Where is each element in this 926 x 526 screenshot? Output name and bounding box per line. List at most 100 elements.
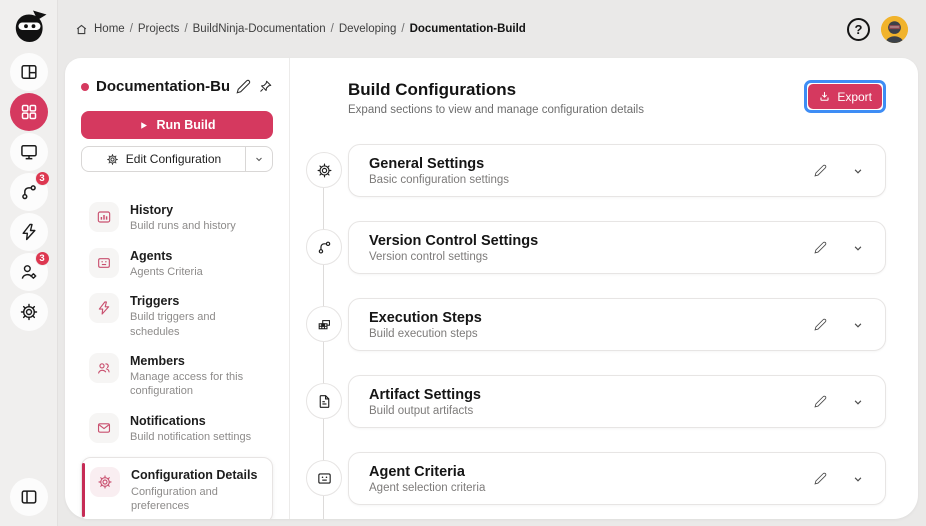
section-card[interactable]: Execution Steps Build execution steps (348, 298, 886, 351)
expand-section-button[interactable] (851, 472, 865, 486)
gear-icon (90, 467, 120, 498)
breadcrumb-projects[interactable]: Projects (138, 23, 180, 35)
edit-section-button[interactable] (814, 318, 827, 331)
breadcrumb-current: Documentation-Build (409, 23, 526, 35)
rail-item-settings[interactable] (9, 293, 48, 331)
download-icon (820, 91, 829, 101)
section-title: Artifact Settings (369, 386, 481, 403)
section-row-version-control: Version Control Settings Version control… (306, 221, 886, 274)
sidebar-item-configuration-details[interactable]: Configuration Details Configuration and … (81, 457, 273, 519)
expand-section-button[interactable] (851, 241, 865, 255)
project-status-dot (81, 82, 89, 91)
rail-item-monitor[interactable] (9, 133, 48, 171)
breadcrumb-home[interactable]: Home (94, 23, 125, 35)
rail-item-actions[interactable] (9, 213, 48, 251)
pencil-icon (814, 395, 827, 408)
section-title: Execution Steps (369, 309, 482, 326)
sidebar-item-label: Notifications (130, 413, 206, 428)
sidebar-item-label: Members (130, 353, 185, 368)
pencil-icon (814, 241, 827, 254)
section-title: Version Control Settings (369, 232, 539, 249)
user-avatar[interactable] (881, 15, 908, 43)
main-header: Build Configurations Expand sections to … (348, 80, 886, 116)
app-screen: 3 3 Home / Projects / BuildNinja-Documen… (0, 0, 926, 526)
section-row-agent-criteria: Agent Criteria Agent selection criteria (306, 452, 886, 505)
sidebar-item-description: Manage access for this configuration (130, 371, 244, 398)
icon-rail: 3 3 (0, 0, 58, 526)
run-build-button[interactable]: Run Build (81, 111, 273, 139)
edit-section-button[interactable] (814, 472, 827, 485)
pin-icon (260, 80, 272, 92)
sidebar-item-agents[interactable]: Agents Agents Criteria (81, 241, 273, 287)
page-subtitle: Expand sections to view and manage confi… (348, 104, 644, 116)
agent-terminal-icon (306, 460, 342, 496)
play-icon (141, 121, 148, 129)
export-button[interactable]: Export (808, 84, 882, 109)
sidebar-item-description: Agents Criteria (130, 265, 203, 278)
section-row-artifact-settings: Artifact Settings Build output artifacts (306, 375, 886, 428)
steps-table-icon (306, 306, 342, 342)
edit-configuration-caret[interactable] (245, 147, 272, 171)
section-card[interactable]: General Settings Basic configuration set… (348, 144, 886, 197)
sidebar-item-members[interactable]: Members Manage access for this configura… (81, 346, 273, 406)
breadcrumb-separator: / (330, 23, 334, 35)
chevron-down-icon (256, 157, 262, 162)
edit-configuration-button[interactable]: Edit Configuration (82, 147, 245, 171)
help-button[interactable]: ? (847, 17, 870, 41)
edit-section-button[interactable] (814, 164, 827, 177)
gear-icon (306, 152, 342, 188)
section-card[interactable]: Agent Criteria Agent selection criteria (348, 452, 886, 505)
edit-configuration-split-button: Edit Configuration (81, 146, 273, 172)
section-subtitle: Version control settings (369, 250, 488, 263)
sidebar-item-description: Build triggers and schedules (130, 311, 216, 338)
breadcrumb-subproject[interactable]: Developing (339, 23, 397, 35)
rail-item-dashboard[interactable] (9, 53, 48, 91)
edit-section-button[interactable] (814, 395, 827, 408)
rail-item-pipelines[interactable]: 3 (9, 171, 50, 211)
expand-section-button[interactable] (851, 395, 865, 409)
sidebar-item-label: Triggers (130, 294, 180, 309)
sidebar-item-description: Configuration and preferences (131, 485, 218, 512)
bolt-icon (89, 293, 119, 324)
breadcrumb-separator: / (401, 23, 405, 35)
section-subtitle: Build execution steps (369, 327, 478, 340)
pin-project-button[interactable] (258, 79, 273, 94)
pencil-icon (814, 472, 827, 485)
sidebar-item-label: Configuration Details (131, 468, 258, 483)
pencil-icon (236, 79, 251, 94)
project-name: Documentation-Bu... (96, 78, 229, 95)
users-icon (89, 352, 119, 383)
sidebar-item-triggers[interactable]: Triggers Build triggers and schedules (81, 286, 273, 346)
chevron-down-icon (854, 399, 862, 405)
rail-item-projects[interactable] (9, 93, 48, 131)
section-card[interactable]: Version Control Settings Version control… (348, 221, 886, 274)
breadcrumb-separator: / (129, 23, 133, 35)
chevron-down-icon (854, 476, 862, 482)
project-header: Documentation-Bu... (81, 78, 273, 95)
section-list: General Settings Basic configuration set… (306, 144, 886, 519)
edit-project-name-button[interactable] (236, 79, 251, 94)
sidebar-item-notifications[interactable]: Notifications Build notification setting… (81, 406, 273, 452)
chevron-down-icon (854, 322, 862, 328)
main-panel: Build Configurations Expand sections to … (290, 58, 918, 519)
topbar: Home / Projects / BuildNinja-Documentati… (58, 0, 926, 58)
envelope-icon (89, 412, 119, 443)
export-focus-ring: Export (804, 80, 886, 113)
breadcrumb-project[interactable]: BuildNinja-Documentation (193, 23, 326, 35)
section-title: General Settings (369, 155, 485, 172)
rail-item-user-management[interactable]: 3 (9, 251, 50, 291)
expand-section-button[interactable] (851, 164, 865, 178)
chevron-down-icon (854, 245, 862, 251)
section-card[interactable]: Artifact Settings Build output artifacts (348, 375, 886, 428)
collapse-sidebar-button[interactable] (9, 478, 48, 516)
gear-icon (106, 153, 118, 165)
page-title: Build Configurations (348, 80, 517, 99)
agents-terminal-icon (89, 247, 119, 278)
expand-section-button[interactable] (851, 318, 865, 332)
history-chart-icon (89, 202, 119, 232)
edit-section-button[interactable] (814, 241, 827, 254)
home-icon (76, 24, 87, 34)
sidebar-item-history[interactable]: History Build runs and history (81, 195, 273, 241)
breadcrumb: Home / Projects / BuildNinja-Documentati… (75, 23, 526, 36)
section-subtitle: Build output artifacts (369, 404, 474, 417)
